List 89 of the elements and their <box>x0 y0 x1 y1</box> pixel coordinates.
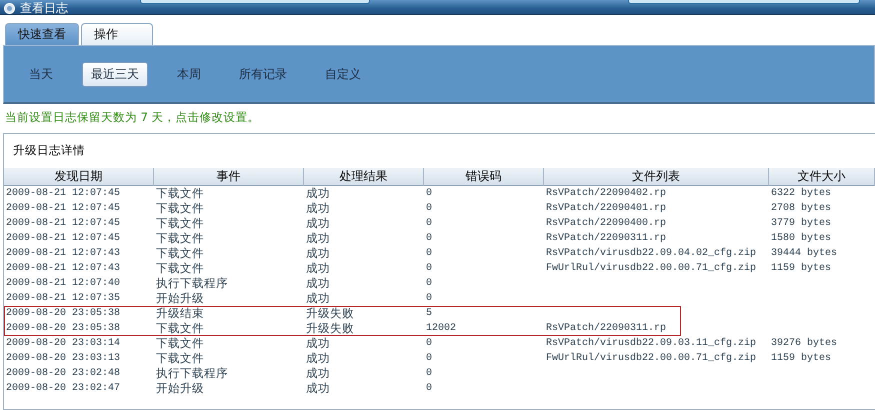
table-cell-text: 成功 <box>305 351 331 366</box>
filter-button[interactable]: 自定义 <box>316 62 370 86</box>
table-cell-text: 0 <box>425 247 434 261</box>
table-cell-text: 下载文件 <box>155 186 205 201</box>
filter-button[interactable]: 当天 <box>20 62 62 86</box>
table-cell-text: 0 <box>425 217 434 231</box>
column-header[interactable]: 发现日期 <box>4 168 154 186</box>
table-cell-text: 0 <box>425 262 434 276</box>
table-cell-text: 2009-08-20 23:02:47 <box>5 382 122 396</box>
table-cell-text: 执行下载程序 <box>155 366 229 381</box>
table-cell-text: 0 <box>425 187 434 201</box>
table-cell-text: 1159 bytes <box>770 262 832 276</box>
column-header[interactable]: 文件列表 <box>544 168 769 186</box>
table-cell-text: 2708 bytes <box>770 202 832 216</box>
table-cell-text: 0 <box>425 232 434 246</box>
table-cell-text: 0 <box>425 352 434 366</box>
table-cell-text: 0 <box>425 292 434 306</box>
table-cell-text: 0 <box>425 367 434 381</box>
table-cell-text: FwUrlRul/virusdb22.00.00.71_cfg.zip <box>545 262 758 276</box>
table-cell-text: 2009-08-21 12:07:43 <box>5 247 122 261</box>
tab[interactable]: 快速查看 <box>5 23 79 45</box>
table-cell-text: 开始升级 <box>155 381 205 396</box>
table-cell-text: 0 <box>425 382 434 396</box>
table-cell-text: RsVPatch/22090311.rp <box>545 232 668 246</box>
table-cell-text: 39276 bytes <box>770 336 838 351</box>
filter-button[interactable]: 本周 <box>168 62 210 86</box>
table-cell-text: RsVPatch/22090400.rp <box>545 216 668 231</box>
table-cell-text: 2009-08-20 23:03:13 <box>5 352 122 366</box>
table-cell-text: 升级失败 <box>305 321 355 336</box>
table-cell-text: 2009-08-21 12:07:43 <box>5 262 122 276</box>
table-cell-text: 成功 <box>305 291 331 306</box>
table-cell-text: 下载文件 <box>155 201 205 216</box>
panel-title: 升级日志详情 <box>12 142 86 159</box>
table-cell-text: 下载文件 <box>155 216 205 231</box>
table-cell-text: 1159 bytes <box>770 352 832 366</box>
table-cell-text: 3779 bytes <box>770 216 832 231</box>
column-header[interactable]: 处理结果 <box>304 168 424 186</box>
table-cell-text: 成功 <box>305 186 331 201</box>
table-cell-text: RsVPatch/virusdb22.09.04.02_cfg.zip <box>545 246 758 261</box>
table-cell-text: 2009-08-20 23:02:48 <box>5 367 122 381</box>
table-cell-text: 成功 <box>305 231 331 246</box>
window-title: 查看日志 <box>20 2 68 14</box>
table-cell-text: RsVPatch/22090402.rp <box>545 186 668 201</box>
table-cell-text: 执行下载程序 <box>155 276 229 291</box>
table-cell-text: 2009-08-21 12:07:45 <box>5 232 122 246</box>
table-cell-text: 成功 <box>305 201 331 216</box>
tab[interactable]: 操作 <box>81 23 153 45</box>
table-cell-text: RsVPatch/virusdb22.09.03.11_cfg.zip <box>545 336 758 351</box>
table-cell-text: 成功 <box>305 381 331 396</box>
table-cell-text: 升级失败 <box>305 306 355 321</box>
settings-link[interactable]: 当前设置日志保留天数为 7 天，点击修改设置。 <box>5 110 875 125</box>
table-cell-text: RsVPatch/22090311.rp <box>545 322 668 336</box>
table-cell-text: 1580 bytes <box>770 232 832 246</box>
table-cell-text: 2009-08-21 12:07:40 <box>5 277 122 291</box>
table-cell-text: 0 <box>425 277 434 291</box>
table-cell-text: 2009-08-21 12:07:45 <box>5 217 122 231</box>
table-cell-text: 39444 bytes <box>770 246 838 261</box>
table-cell-text: 下载文件 <box>155 336 205 351</box>
table-cell-text: 12002 <box>425 322 458 336</box>
table-cell-text: 下载文件 <box>155 321 205 336</box>
table-cell-text: 成功 <box>305 246 331 261</box>
table-cell-text: 成功 <box>305 336 331 351</box>
filter-button[interactable]: 所有记录 <box>230 62 296 86</box>
filter-button[interactable]: 最近三天 <box>82 62 148 86</box>
table-cell-text: 下载文件 <box>155 231 205 246</box>
table-cell-text: 0 <box>425 337 434 351</box>
table-cell-text: 下载文件 <box>155 351 205 366</box>
table-cell-text: 2009-08-21 12:07:45 <box>5 202 122 216</box>
table-cell-text: 升级结束 <box>155 306 205 321</box>
table-cell-text: 2009-08-21 12:07:35 <box>5 292 122 306</box>
table-cell-text: 成功 <box>305 216 331 231</box>
column-header[interactable]: 文件大小 <box>769 168 875 186</box>
table-cell-text: 2009-08-20 23:05:38 <box>5 322 122 336</box>
table-cell-text: 2009-08-20 23:03:14 <box>5 337 122 351</box>
table-cell-text: 5 <box>425 307 434 321</box>
table-cell-text: 成功 <box>305 261 331 276</box>
table-cell-text: 2009-08-20 23:05:38 <box>5 307 122 321</box>
column-header[interactable]: 事件 <box>154 168 304 186</box>
table-cell-text: 成功 <box>305 276 331 291</box>
table-cell-text: 6322 bytes <box>770 186 832 201</box>
column-header[interactable]: 错误码 <box>424 168 544 186</box>
table-cell-text: FwUrlRul/virusdb22.00.00.71_cfg.zip <box>545 352 758 366</box>
table-cell-text: 下载文件 <box>155 246 205 261</box>
table-cell-text: 开始升级 <box>155 291 205 306</box>
table-cell-text: 成功 <box>305 366 331 381</box>
table-cell-text: 下载文件 <box>155 261 205 276</box>
table-cell-text: 2009-08-21 12:07:45 <box>5 187 122 201</box>
table-cell-text: RsVPatch/22090401.rp <box>545 202 668 216</box>
table-cell-text: 0 <box>425 202 434 216</box>
